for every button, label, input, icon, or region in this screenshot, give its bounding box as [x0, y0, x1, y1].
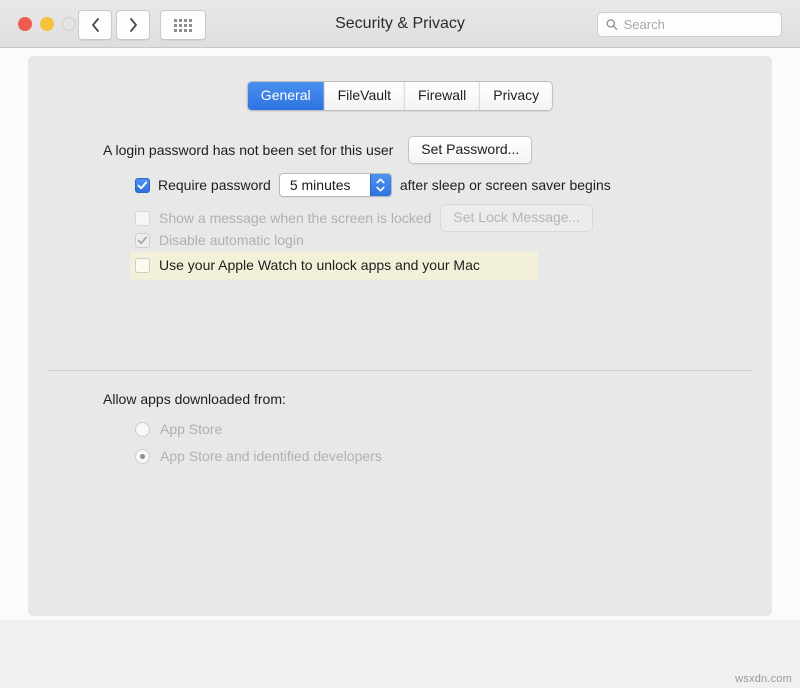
apple-watch-checkbox[interactable] [135, 258, 150, 273]
require-password-row: Require password 5 minutes after sleep o… [135, 173, 611, 197]
app-store-radio [135, 422, 150, 437]
tab-bar: General FileVault Firewall Privacy [247, 81, 553, 111]
identified-developers-radio [135, 449, 150, 464]
require-password-delay-value: 5 minutes [280, 174, 370, 196]
show-all-preferences-button[interactable] [160, 10, 206, 40]
tab-firewall[interactable]: Firewall [405, 82, 480, 110]
login-password-row: A login password has not been set for th… [103, 136, 532, 164]
chevron-left-icon [91, 18, 100, 32]
navigation-buttons [78, 10, 150, 40]
login-password-label: A login password has not been set for th… [103, 142, 393, 158]
forward-button[interactable] [116, 10, 150, 40]
apple-watch-label: Use your Apple Watch to unlock apps and … [159, 257, 480, 273]
require-password-delay-select[interactable]: 5 minutes [279, 173, 392, 197]
allow-apps-heading: Allow apps downloaded from: [103, 391, 286, 407]
apple-watch-row: Use your Apple Watch to unlock apps and … [135, 257, 480, 273]
allow-apps-heading-row: Allow apps downloaded from: [103, 391, 286, 407]
search-field[interactable] [597, 12, 782, 37]
require-password-checkbox[interactable] [135, 178, 150, 193]
disable-auto-login-label: Disable automatic login [159, 232, 304, 248]
tab-general[interactable]: General [248, 82, 325, 110]
footer-bar: Click the lock to make changes. Advanced… [0, 620, 800, 688]
preferences-panel: General FileVault Firewall Privacy A log… [28, 56, 772, 616]
tab-filevault[interactable]: FileVault [325, 82, 405, 110]
disable-auto-login-checkbox [135, 233, 150, 248]
radio-selected-dot [140, 454, 145, 459]
grid-icon [174, 19, 192, 32]
tab-privacy[interactable]: Privacy [480, 82, 552, 110]
allow-apps-option-identified-developers: App Store and identified developers [135, 448, 382, 464]
chevron-down-icon [376, 186, 385, 192]
checkmark-icon [137, 235, 148, 246]
window-titlebar: Security & Privacy [0, 0, 800, 48]
lock-message-label: Show a message when the screen is locked [159, 210, 431, 226]
delay-stepper[interactable] [370, 174, 391, 196]
close-button[interactable] [18, 17, 32, 31]
lock-message-row: Show a message when the screen is locked… [135, 204, 593, 232]
chevron-right-icon [129, 18, 138, 32]
chevron-up-icon [376, 178, 385, 184]
disable-auto-login-row: Disable automatic login [135, 232, 304, 248]
lock-message-checkbox [135, 211, 150, 226]
minimize-button[interactable] [40, 17, 54, 31]
section-divider [48, 370, 752, 371]
security-privacy-window: Security & Privacy General FileVault Fir… [0, 0, 800, 688]
traffic-lights [18, 17, 76, 31]
zoom-button [62, 17, 76, 31]
watermark: wsxdn.com [735, 673, 792, 685]
search-icon [606, 18, 618, 31]
search-input[interactable] [624, 17, 773, 32]
app-store-label: App Store [160, 421, 222, 437]
set-password-button[interactable]: Set Password... [408, 136, 532, 164]
require-password-label: Require password [158, 177, 271, 193]
checkmark-icon [137, 180, 148, 191]
allow-apps-option-app-store: App Store [135, 421, 222, 437]
require-password-suffix-label: after sleep or screen saver begins [400, 177, 611, 193]
set-lock-message-button: Set Lock Message... [440, 204, 593, 232]
identified-developers-label: App Store and identified developers [160, 448, 382, 464]
back-button[interactable] [78, 10, 112, 40]
